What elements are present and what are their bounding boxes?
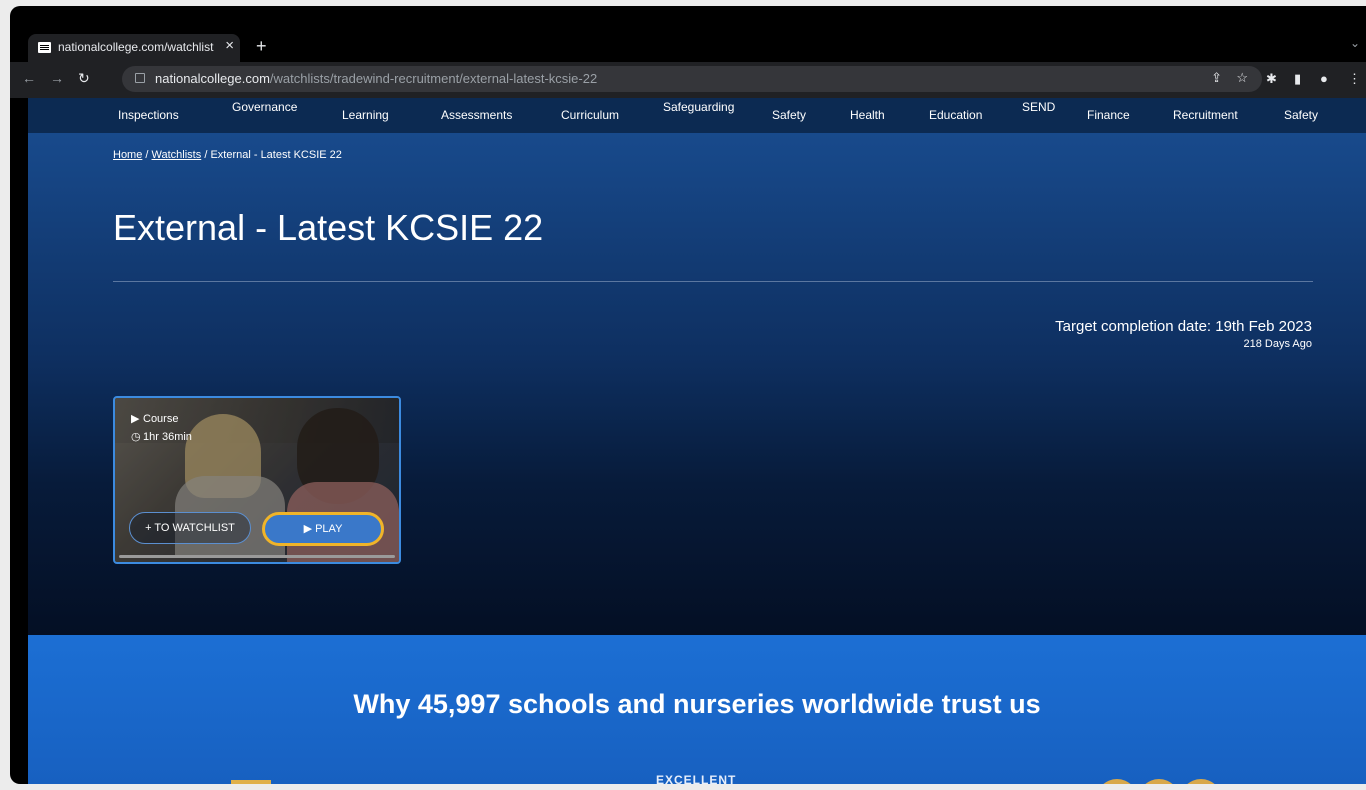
- close-tab-icon[interactable]: ×: [225, 37, 234, 54]
- plus-icon: +: [145, 522, 155, 534]
- course-card[interactable]: ▶ Course ◷ 1hr 36min + TO WATCHLIST ▶ PLAY: [113, 396, 401, 564]
- trust-heading: Why 45,997 schools and nurseries worldwi…: [353, 689, 1041, 719]
- side-panel-icon[interactable]: ▮: [1294, 71, 1301, 87]
- browser-toolbar: ← → ↻ nationalcollege.com/watchlists/tra…: [10, 62, 1366, 98]
- divider: [113, 281, 1313, 282]
- days-ago: 218 Days Ago: [1243, 338, 1313, 350]
- nav-item-health[interactable]: Health: [850, 108, 885, 122]
- course-duration: ◷ 1hr 36min: [131, 431, 192, 443]
- course-type: ▶ Course: [131, 413, 179, 425]
- award-badge: [1096, 779, 1138, 784]
- page-title: External - Latest KCSIE 22: [113, 207, 544, 248]
- add-to-watchlist-button[interactable]: + TO WATCHLIST: [129, 512, 251, 544]
- nav-item-learning[interactable]: Learning: [342, 108, 389, 122]
- trust-section: Why 45,997 schools and nurseries worldwi…: [28, 635, 1366, 784]
- play-small-icon: ▶: [131, 413, 140, 425]
- nav-item-finance[interactable]: Finance: [1087, 108, 1130, 122]
- share-icon[interactable]: ⇪: [1211, 70, 1222, 86]
- nav-item-inspections[interactable]: Inspections: [118, 108, 179, 122]
- play-icon: ▶: [303, 523, 316, 535]
- browser-tab[interactable]: nationalcollege.com/watchlist ×: [28, 34, 240, 62]
- site-nav: Inspections Governance Learning Assessme…: [28, 98, 1366, 133]
- target-completion-date: Target completion date: 19th Feb 2023: [1055, 318, 1312, 335]
- nav-item-safeguarding[interactable]: Safeguarding: [663, 100, 734, 114]
- url-text: nationalcollege.com/watchlists/tradewind…: [155, 71, 598, 86]
- award-badge: [1138, 779, 1180, 784]
- nav-item-recruitment[interactable]: Recruitment: [1173, 108, 1238, 122]
- breadcrumb: Home / Watchlists / External - Latest KC…: [113, 149, 342, 161]
- nav-item-education[interactable]: Education: [929, 108, 982, 122]
- profile-icon[interactable]: ●: [1320, 71, 1328, 86]
- back-icon[interactable]: ←: [22, 70, 36, 86]
- tab-search-chevron-icon[interactable]: ⌄: [1350, 36, 1360, 50]
- breadcrumb-separator: /: [145, 149, 149, 161]
- browser-window: nationalcollege.com/watchlist × + ⌄ ← → …: [10, 6, 1366, 784]
- progress-bar: [119, 555, 395, 558]
- rating-label: EXCELLENT: [656, 773, 737, 784]
- lock-icon: [135, 73, 145, 83]
- breadcrumb-home[interactable]: Home: [113, 149, 142, 161]
- reload-icon[interactable]: ↻: [78, 70, 90, 87]
- award-badge: [231, 780, 271, 784]
- nav-item-safety[interactable]: Safety: [772, 108, 806, 122]
- web-page: Inspections Governance Learning Assessme…: [28, 98, 1366, 784]
- clock-icon: ◷: [131, 431, 141, 443]
- breadcrumb-separator: /: [204, 149, 208, 161]
- nav-item-send[interactable]: SEND: [1022, 100, 1055, 114]
- award-badge: [1180, 779, 1222, 784]
- site-favicon-icon: [38, 42, 51, 53]
- breadcrumb-current: External - Latest KCSIE 22: [210, 149, 342, 161]
- bookmark-star-icon[interactable]: ☆: [1236, 70, 1248, 86]
- new-tab-icon[interactable]: +: [256, 36, 267, 57]
- extensions-icon[interactable]: ✱: [1266, 71, 1277, 87]
- breadcrumb-watchlists[interactable]: Watchlists: [152, 149, 202, 161]
- forward-icon[interactable]: →: [50, 70, 64, 86]
- nav-item-curriculum[interactable]: Curriculum: [561, 108, 619, 122]
- play-button[interactable]: ▶ PLAY: [262, 512, 384, 546]
- address-bar[interactable]: nationalcollege.com/watchlists/tradewind…: [122, 66, 1262, 92]
- chrome-menu-icon[interactable]: ⋮: [1348, 71, 1361, 87]
- nav-item-safety-2[interactable]: Safety: [1284, 108, 1318, 122]
- nav-item-assessments[interactable]: Assessments: [441, 108, 512, 122]
- nav-item-governance[interactable]: Governance: [232, 100, 297, 114]
- tab-title: nationalcollege.com/watchlist: [58, 40, 214, 54]
- award-badges: [1096, 779, 1226, 784]
- hero-section: Home / Watchlists / External - Latest KC…: [28, 133, 1366, 635]
